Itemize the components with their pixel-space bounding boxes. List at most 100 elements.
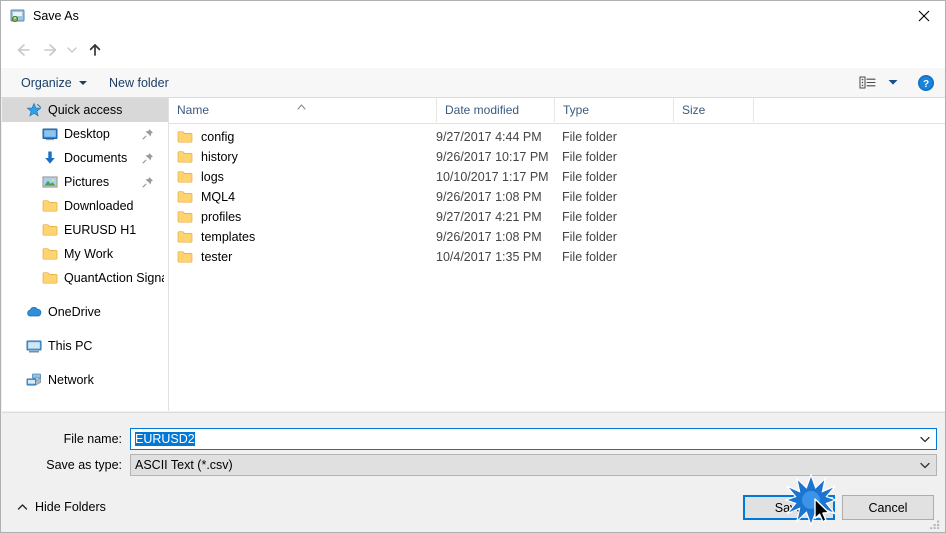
sidebar-item-label: QuantAction Signal — [64, 271, 164, 285]
sidebar-item-this-pc[interactable]: This PC — [2, 334, 168, 358]
cell-type: File folder — [562, 250, 617, 264]
sidebar-item-documents[interactable]: Documents — [2, 146, 168, 170]
sidebar-item-quick-access[interactable]: Quick access — [2, 98, 168, 122]
sidebar-list: Quick access Desktop Documents Pictures Down… — [2, 98, 168, 392]
table-row[interactable]: profiles 9/27/2017 4:21 PM File folder — [169, 207, 945, 227]
folder-icon — [177, 170, 193, 184]
folder-icon — [177, 150, 193, 164]
folder-icon — [42, 198, 58, 214]
save-as-dialog: Save As Search 915566BA06ADA40756... Org… — [0, 0, 946, 533]
cancel-button[interactable]: Cancel — [842, 495, 934, 520]
chevron-up-icon — [16, 502, 28, 512]
chevron-down-icon — [78, 80, 87, 85]
sidebar-item-quantaction-signal[interactable]: QuantAction Signal — [2, 266, 168, 290]
sidebar-item-desktop[interactable]: Desktop — [2, 122, 168, 146]
cell-type: File folder — [562, 150, 617, 164]
file-name-value: EURUSD2 — [135, 432, 195, 446]
cell-date: 10/4/2017 1:35 PM — [436, 250, 542, 264]
command-bar: Organize New folder ? — [1, 68, 945, 98]
file-name-text: templates — [201, 230, 256, 244]
save-button[interactable]: Save — [743, 495, 835, 520]
this-pc-icon — [26, 338, 42, 354]
cell-type: File folder — [562, 190, 617, 204]
cell-name: tester — [177, 247, 432, 267]
organize-button[interactable]: Organize — [13, 68, 95, 97]
save-as-type-value: ASCII Text (*.csv) — [135, 458, 233, 472]
sidebar-item-eurusd-h1[interactable]: EURUSD H1 — [2, 218, 168, 242]
sidebar-item-downloaded[interactable]: Downloaded — [2, 194, 168, 218]
pin-icon[interactable] — [142, 176, 154, 188]
cell-size — [681, 147, 753, 167]
file-list-pane[interactable]: Name Date modified Type Size config 9/27/… — [169, 98, 945, 411]
svg-text:?: ? — [923, 79, 929, 90]
table-row[interactable]: tester 10/4/2017 1:35 PM File folder — [169, 247, 945, 267]
column-header-date-modified[interactable]: Date modified — [436, 98, 554, 122]
cell-date: 9/26/2017 1:08 PM — [436, 230, 542, 244]
sidebar-item-label: Desktop — [64, 127, 110, 141]
star-icon — [26, 102, 42, 118]
column-header-type[interactable]: Type — [554, 98, 673, 122]
column-header-date-label: Date modified — [445, 103, 520, 117]
folder-icon — [177, 230, 193, 244]
cell-date: 9/26/2017 10:17 PM — [436, 150, 549, 164]
new-folder-button[interactable]: New folder — [101, 68, 177, 97]
column-header-size-label: Size — [682, 103, 706, 117]
sidebar-item-network[interactable]: Network — [2, 368, 168, 392]
help-icon[interactable]: ? — [913, 71, 939, 95]
file-name-text: tester — [201, 250, 233, 264]
cell-size — [681, 167, 753, 187]
folder-icon — [177, 130, 193, 144]
pin-icon[interactable] — [142, 152, 154, 164]
cell-size — [681, 187, 753, 207]
up-arrow-icon[interactable] — [83, 38, 107, 62]
resize-grip-icon[interactable] — [928, 515, 942, 530]
save-as-type-select[interactable]: ASCII Text (*.csv) — [130, 454, 937, 476]
pin-icon[interactable] — [142, 128, 154, 140]
navigation-bar: « Roaming › MetaQuotes › Terminal › 9155… — [1, 32, 945, 93]
view-dropdown-chevron-down-icon[interactable] — [883, 71, 903, 95]
save-as-type-chevron-down-icon[interactable] — [914, 455, 936, 475]
column-header-spacer — [753, 98, 813, 122]
desktop-icon — [42, 126, 58, 142]
navigation-sidebar[interactable]: Quick access Desktop Documents Pictures Down… — [2, 98, 169, 411]
column-header-size[interactable]: Size — [673, 98, 753, 122]
table-row[interactable]: history 9/26/2017 10:17 PM File folder — [169, 147, 945, 167]
view-mode-icon[interactable] — [855, 71, 881, 95]
column-headers: Name Date modified Type Size — [169, 98, 945, 124]
table-row[interactable]: MQL4 9/26/2017 1:08 PM File folder — [169, 187, 945, 207]
hide-folders-button[interactable]: Hide Folders — [16, 497, 106, 517]
onedrive-cloud-icon — [26, 304, 42, 320]
column-header-type-label: Type — [563, 103, 590, 117]
close-button[interactable] — [901, 1, 945, 31]
title-bar: Save As — [1, 1, 945, 32]
command-bar-right: ? — [855, 68, 939, 97]
cell-name: profiles — [177, 207, 432, 227]
column-header-name[interactable]: Name — [169, 98, 436, 122]
forward-arrow-icon[interactable] — [39, 38, 63, 62]
cell-date: 10/10/2017 1:17 PM — [436, 170, 549, 184]
cell-name: MQL4 — [177, 187, 432, 207]
sidebar-item-label: Network — [48, 373, 94, 387]
file-name-text: history — [201, 150, 238, 164]
table-row[interactable]: templates 9/26/2017 1:08 PM File folder — [169, 227, 945, 247]
sidebar-item-pictures[interactable]: Pictures — [2, 170, 168, 194]
file-name-text: config — [201, 130, 235, 144]
organize-label: Organize — [21, 75, 72, 90]
sidebar-item-my-work[interactable]: My Work — [2, 242, 168, 266]
sidebar-item-onedrive[interactable]: OneDrive — [2, 300, 168, 324]
save-form: File name: EURUSD2 Save as type: ASCII T… — [2, 412, 945, 490]
table-row[interactable]: config 9/27/2017 4:44 PM File folder — [169, 127, 945, 147]
cell-size — [681, 207, 753, 227]
save-as-app-icon — [10, 8, 26, 24]
recent-locations-chevron-icon[interactable] — [63, 38, 81, 62]
save-button-label: Save — [774, 500, 804, 515]
file-name-input[interactable]: EURUSD2 — [130, 428, 937, 450]
table-row[interactable]: logs 10/10/2017 1:17 PM File folder — [169, 167, 945, 187]
column-header-name-label: Name — [177, 103, 210, 117]
back-arrow-icon[interactable] — [11, 38, 35, 62]
file-name-chevron-down-icon[interactable] — [914, 429, 936, 449]
folder-icon — [177, 210, 193, 224]
